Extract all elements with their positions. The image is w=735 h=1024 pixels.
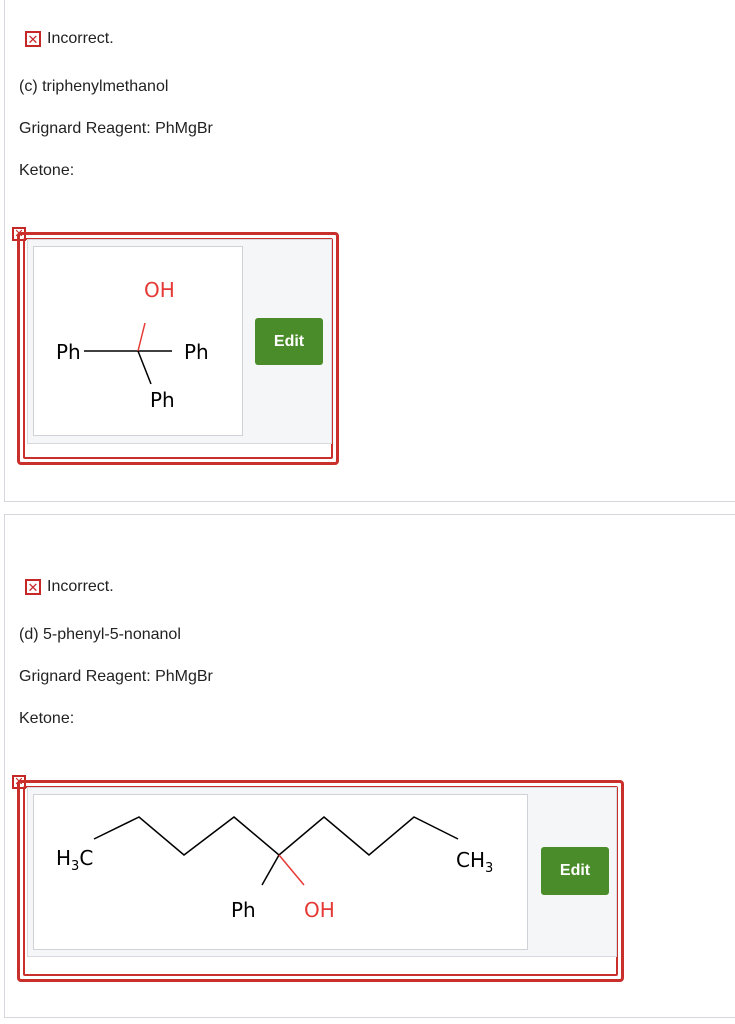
ch3-label: CH3	[456, 848, 493, 876]
structure-widget: OH Ph Ph Ph Edit	[27, 239, 332, 444]
edit-button[interactable]: Edit	[255, 318, 323, 365]
structure-canvas[interactable]: OH Ph Ph Ph	[33, 246, 243, 436]
grignard-reagent-label: Grignard Reagent: PhMgBr	[19, 120, 213, 137]
ketone-label: Ketone:	[19, 710, 75, 727]
structure-canvas[interactable]: H3C CH3 Ph OH	[33, 794, 528, 950]
question-title: (c) triphenylmethanol	[19, 78, 169, 95]
ph-right-label: Ph	[184, 340, 209, 364]
ph-label: Ph	[231, 898, 256, 922]
feedback-text: Incorrect.	[47, 30, 114, 47]
question-title: (d) 5-phenyl-5-nonanol	[19, 626, 181, 643]
x-box-icon: ✕	[25, 579, 41, 595]
h3c-label: H3C	[56, 846, 93, 874]
x-box-icon: ✕	[25, 31, 41, 47]
ph-left-label: Ph	[56, 340, 81, 364]
molecule-drawing: OH Ph Ph Ph	[56, 278, 209, 412]
oh-label: OH	[144, 278, 175, 302]
edit-button[interactable]: Edit	[541, 847, 609, 895]
answer-error-frame: H3C CH3 Ph OH Edit	[17, 780, 624, 982]
feedback-incorrect-d: ✕ Incorrect.	[25, 578, 114, 596]
feedback-incorrect-c: ✕ Incorrect.	[25, 30, 114, 48]
molecule-drawing: H3C CH3 Ph OH	[56, 816, 493, 922]
oh-label: OH	[304, 898, 335, 922]
question-panel-c: ✕ Incorrect. (c) triphenylmethanol Grign…	[4, 0, 735, 502]
ph-bottom-label: Ph	[150, 388, 175, 412]
grignard-reagent-label: Grignard Reagent: PhMgBr	[19, 668, 213, 685]
question-panel-d: ✕ Incorrect. (d) 5-phenyl-5-nonanol Grig…	[4, 514, 735, 1018]
ketone-label: Ketone:	[19, 162, 75, 179]
feedback-text: Incorrect.	[47, 578, 114, 595]
answer-error-frame: OH Ph Ph Ph Edit	[17, 232, 339, 465]
structure-widget: H3C CH3 Ph OH Edit	[27, 787, 617, 957]
